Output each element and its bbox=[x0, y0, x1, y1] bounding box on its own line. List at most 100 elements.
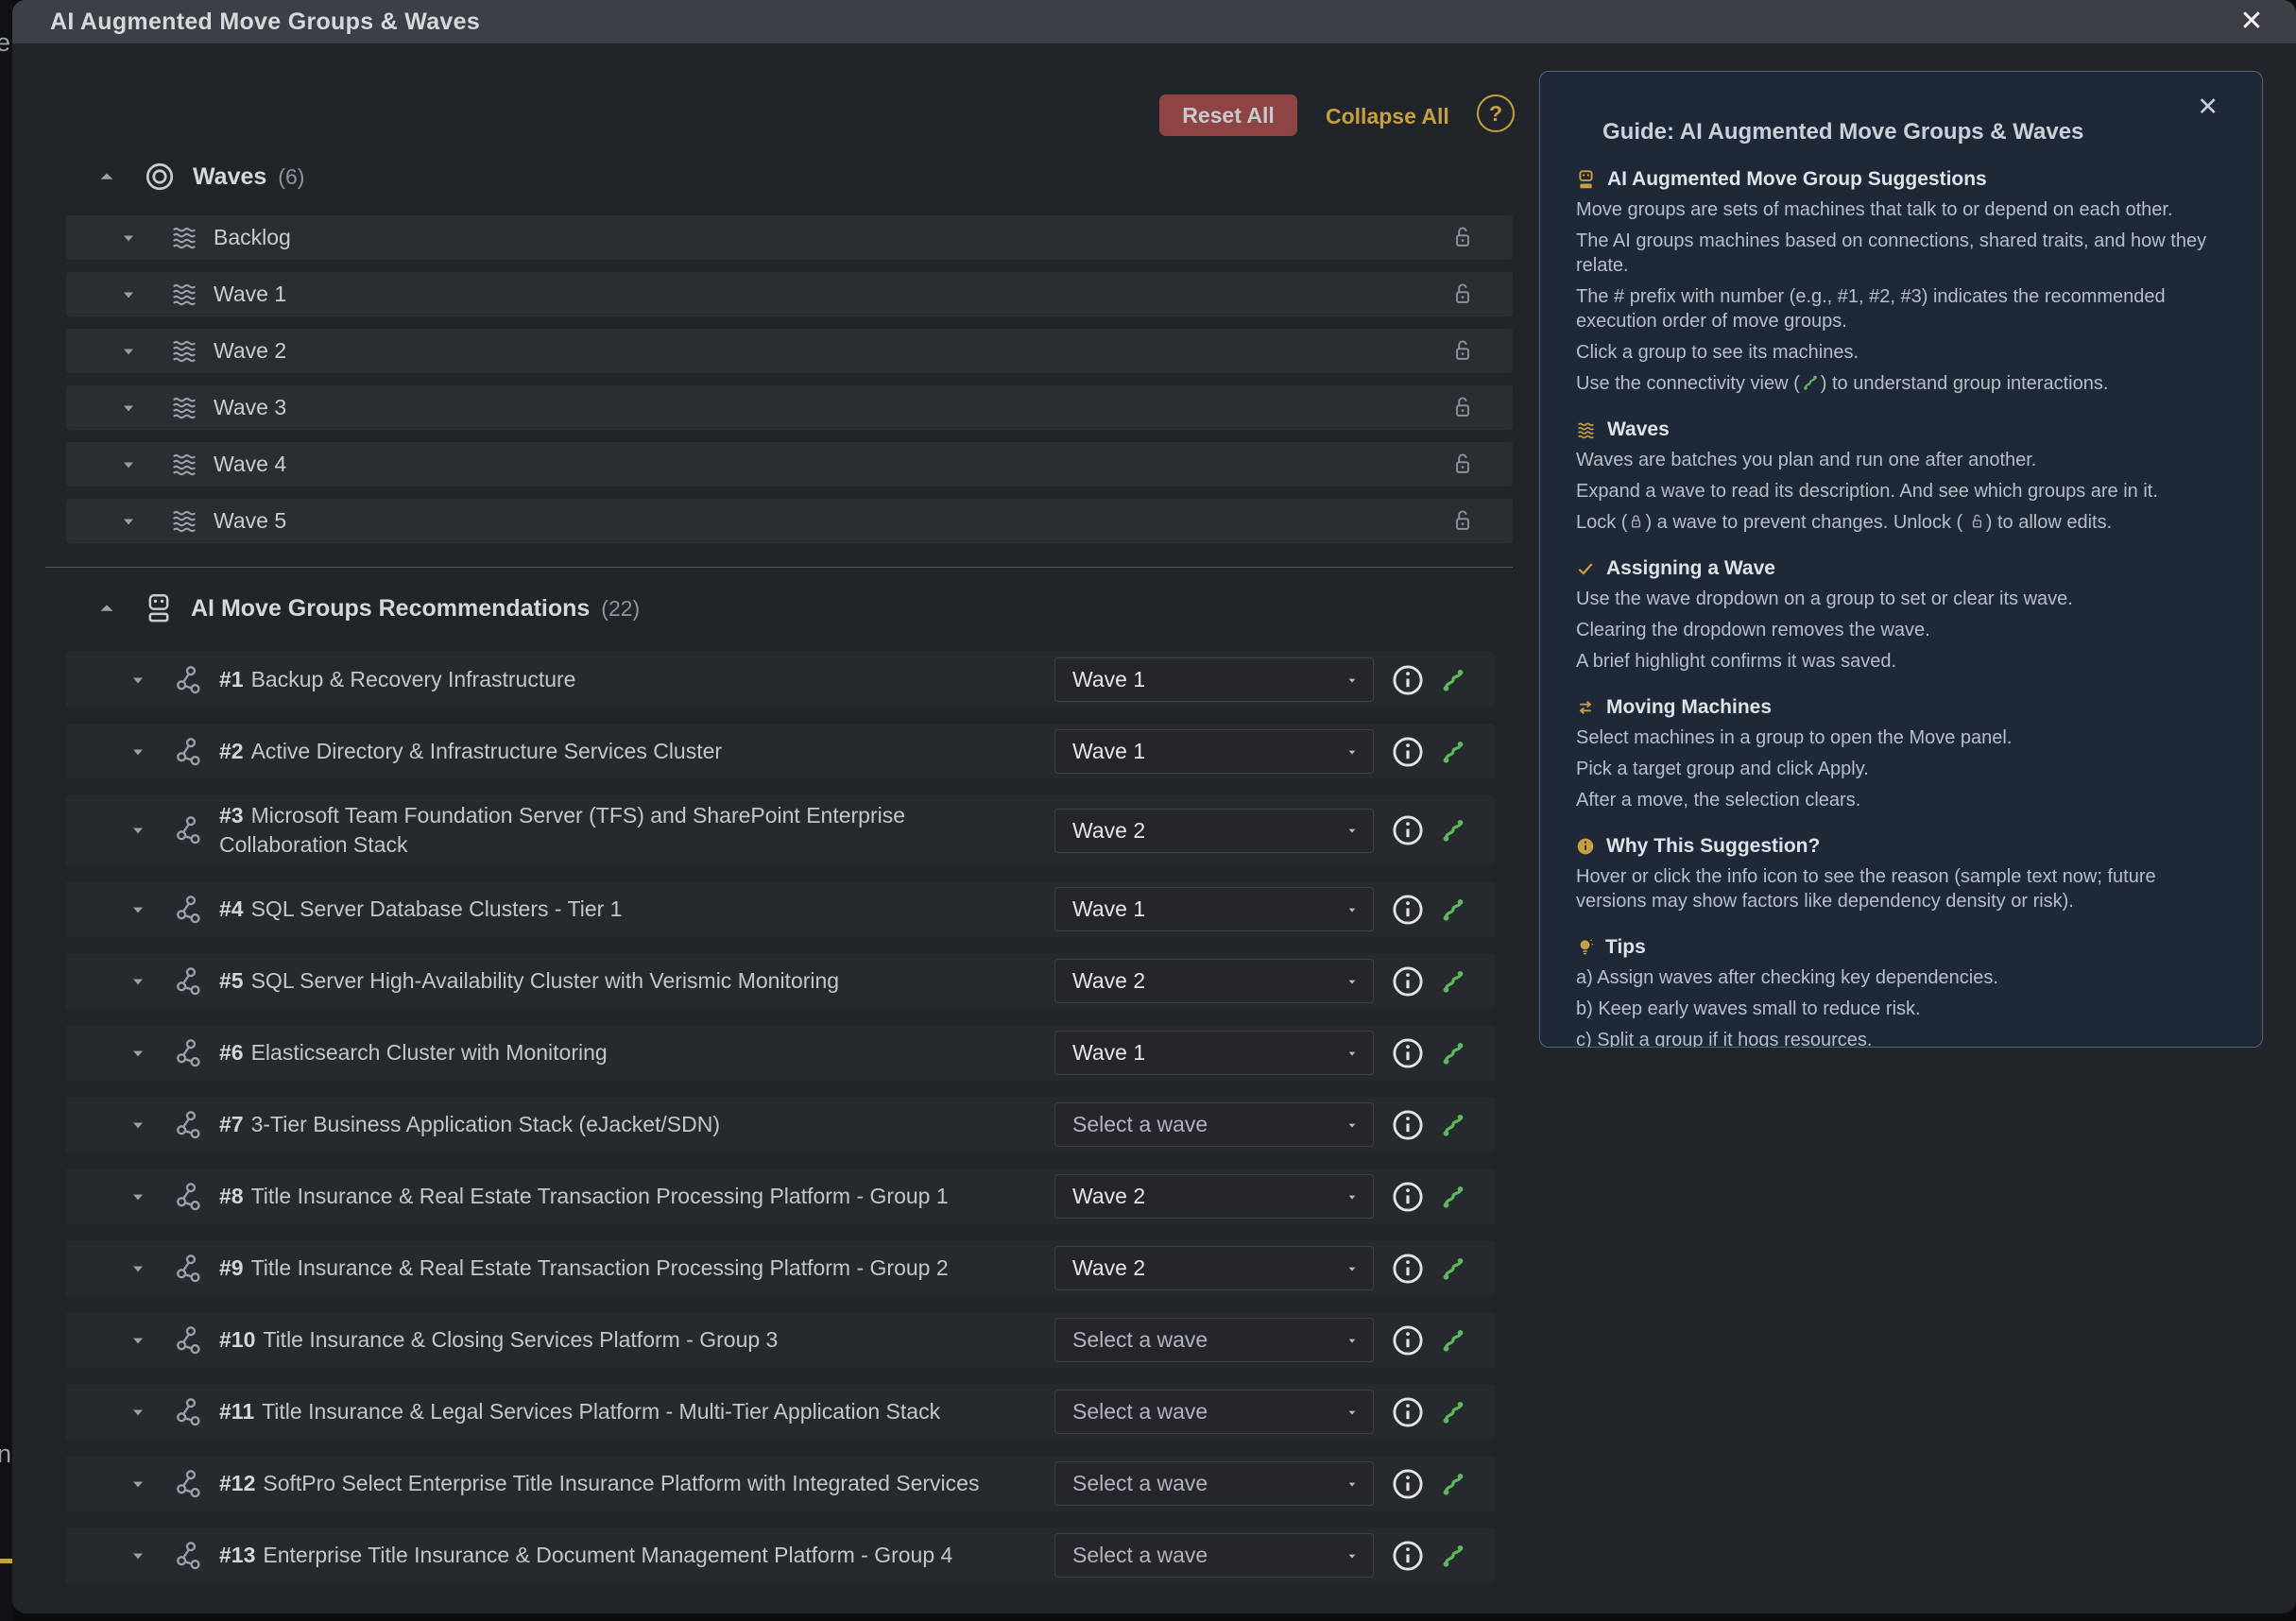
chevron-down-icon[interactable] bbox=[129, 1403, 147, 1422]
lock-open-icon[interactable] bbox=[1450, 452, 1475, 478]
lock-open-icon bbox=[1969, 513, 1985, 531]
group-row[interactable]: #13Enterprise Title Insurance & Document… bbox=[66, 1527, 1494, 1583]
wave-dropdown[interactable]: Wave 2 bbox=[1054, 809, 1374, 853]
wave-row[interactable]: Wave 5 bbox=[66, 499, 1513, 543]
chevron-down-icon[interactable] bbox=[119, 285, 138, 304]
chevron-down-icon[interactable] bbox=[129, 742, 147, 761]
guide-line: Move groups are sets of machines that ta… bbox=[1576, 197, 2220, 222]
route-connectivity-icon[interactable] bbox=[1439, 967, 1467, 996]
route-connectivity-icon[interactable] bbox=[1439, 1542, 1467, 1570]
group-row[interactable]: #3Microsoft Team Foundation Server (TFS)… bbox=[66, 795, 1494, 865]
chevron-down-icon[interactable] bbox=[129, 972, 147, 991]
chevron-down-icon[interactable] bbox=[119, 342, 138, 361]
route-connectivity-icon[interactable] bbox=[1439, 738, 1467, 766]
info-icon[interactable] bbox=[1391, 1539, 1425, 1573]
wave-dropdown[interactable]: Wave 1 bbox=[1054, 729, 1374, 774]
info-icon[interactable] bbox=[1391, 663, 1425, 697]
wave-dropdown[interactable]: Wave 1 bbox=[1054, 657, 1374, 702]
wave-dropdown[interactable]: Select a wave bbox=[1054, 1533, 1374, 1578]
wave-dropdown[interactable]: Select a wave bbox=[1054, 1461, 1374, 1506]
group-row[interactable]: #12SoftPro Select Enterprise Title Insur… bbox=[66, 1456, 1494, 1511]
route-icon bbox=[1801, 373, 1820, 392]
group-row[interactable]: #6Elasticsearch Cluster with Monitoring … bbox=[66, 1025, 1494, 1081]
lock-open-icon[interactable] bbox=[1450, 395, 1475, 421]
wave-dropdown[interactable]: Wave 2 bbox=[1054, 959, 1374, 1003]
route-connectivity-icon[interactable] bbox=[1439, 1039, 1467, 1067]
group-row[interactable]: #5SQL Server High-Availability Cluster w… bbox=[66, 953, 1494, 1009]
lock-open-icon[interactable] bbox=[1450, 282, 1475, 308]
info-icon[interactable] bbox=[1391, 1180, 1425, 1214]
wave-dropdown[interactable]: Wave 2 bbox=[1054, 1246, 1374, 1290]
chevron-down-icon[interactable] bbox=[119, 399, 138, 418]
info-icon[interactable] bbox=[1391, 1323, 1425, 1357]
wave-squiggle-icon bbox=[170, 451, 198, 479]
group-row[interactable]: #8Title Insurance & Real Estate Transact… bbox=[66, 1169, 1494, 1224]
group-number: #12 bbox=[219, 1471, 255, 1495]
wave-dropdown[interactable]: Select a wave bbox=[1054, 1390, 1374, 1434]
groups-collapse-icon[interactable] bbox=[94, 598, 119, 619]
chevron-down-icon[interactable] bbox=[129, 1187, 147, 1206]
chevron-down-icon[interactable] bbox=[129, 1259, 147, 1278]
group-row[interactable]: #2Active Directory & Infrastructure Serv… bbox=[66, 724, 1494, 779]
modal-close-icon[interactable]: ✕ bbox=[2234, 4, 2270, 40]
chevron-down-icon[interactable] bbox=[119, 512, 138, 531]
collapse-all-button[interactable]: Collapse All bbox=[1326, 102, 1449, 130]
route-connectivity-icon[interactable] bbox=[1439, 1111, 1467, 1139]
wave-dropdown[interactable]: Wave 1 bbox=[1054, 1031, 1374, 1075]
wave-row[interactable]: Wave 3 bbox=[66, 385, 1513, 430]
route-connectivity-icon[interactable] bbox=[1439, 1398, 1467, 1426]
chevron-down-icon[interactable] bbox=[129, 900, 147, 919]
chevron-down-icon[interactable] bbox=[129, 671, 147, 690]
group-row[interactable]: #4SQL Server Database Clusters - Tier 1 … bbox=[66, 881, 1494, 937]
info-icon[interactable] bbox=[1391, 735, 1425, 769]
route-connectivity-icon[interactable] bbox=[1439, 1183, 1467, 1211]
chevron-down-icon[interactable] bbox=[129, 1546, 147, 1565]
group-row[interactable]: #11Title Insurance & Legal Services Plat… bbox=[66, 1384, 1494, 1440]
dropdown-caret-icon bbox=[1345, 1046, 1360, 1061]
help-button[interactable]: ? bbox=[1477, 94, 1515, 132]
info-icon[interactable] bbox=[1391, 1108, 1425, 1142]
chevron-down-icon[interactable] bbox=[129, 1044, 147, 1063]
chevron-down-icon[interactable] bbox=[129, 1475, 147, 1493]
chevron-down-icon[interactable] bbox=[129, 1331, 147, 1350]
wave-dropdown[interactable]: Select a wave bbox=[1054, 1318, 1374, 1362]
wave-dropdown[interactable]: Wave 2 bbox=[1054, 1174, 1374, 1219]
wave-name: Wave 2 bbox=[214, 338, 286, 364]
reset-all-button[interactable]: Reset All bbox=[1159, 94, 1297, 136]
route-connectivity-icon[interactable] bbox=[1439, 896, 1467, 924]
wave-dropdown[interactable]: Select a wave bbox=[1054, 1102, 1374, 1147]
chevron-down-icon[interactable] bbox=[119, 455, 138, 474]
route-connectivity-icon[interactable] bbox=[1439, 1470, 1467, 1498]
wave-row[interactable]: Wave 1 bbox=[66, 272, 1513, 316]
info-icon[interactable] bbox=[1391, 1467, 1425, 1501]
group-number: #3 bbox=[219, 803, 244, 828]
route-connectivity-icon[interactable] bbox=[1439, 666, 1467, 694]
lock-open-icon[interactable] bbox=[1450, 508, 1475, 535]
info-icon[interactable] bbox=[1391, 1036, 1425, 1070]
group-row[interactable]: #10Title Insurance & Closing Services Pl… bbox=[66, 1312, 1494, 1368]
wave-row[interactable]: Wave 4 bbox=[66, 442, 1513, 486]
waves-collapse-icon[interactable] bbox=[94, 166, 119, 187]
info-icon[interactable] bbox=[1391, 813, 1425, 847]
wave-row[interactable]: Backlog bbox=[66, 215, 1513, 260]
group-row[interactable]: #9Title Insurance & Real Estate Transact… bbox=[66, 1240, 1494, 1296]
info-icon[interactable] bbox=[1391, 1395, 1425, 1429]
info-icon[interactable] bbox=[1391, 1252, 1425, 1286]
info-icon[interactable] bbox=[1391, 964, 1425, 998]
route-connectivity-icon[interactable] bbox=[1439, 816, 1467, 845]
lock-open-icon[interactable] bbox=[1450, 338, 1475, 365]
guide-close-icon[interactable]: ✕ bbox=[2197, 93, 2219, 122]
chevron-down-icon[interactable] bbox=[129, 821, 147, 840]
wave-squiggle-icon bbox=[170, 507, 198, 536]
group-row[interactable]: #1Backup & Recovery Infrastructure Wave … bbox=[66, 652, 1494, 708]
group-row[interactable]: #73-Tier Business Application Stack (eJa… bbox=[66, 1097, 1494, 1152]
info-icon[interactable] bbox=[1391, 893, 1425, 927]
group-number: #2 bbox=[219, 739, 244, 763]
wave-dropdown[interactable]: Wave 1 bbox=[1054, 887, 1374, 931]
chevron-down-icon[interactable] bbox=[119, 229, 138, 247]
lock-open-icon[interactable] bbox=[1450, 225, 1475, 251]
wave-row[interactable]: Wave 2 bbox=[66, 329, 1513, 373]
chevron-down-icon[interactable] bbox=[129, 1116, 147, 1135]
route-connectivity-icon[interactable] bbox=[1439, 1326, 1467, 1355]
route-connectivity-icon[interactable] bbox=[1439, 1254, 1467, 1283]
